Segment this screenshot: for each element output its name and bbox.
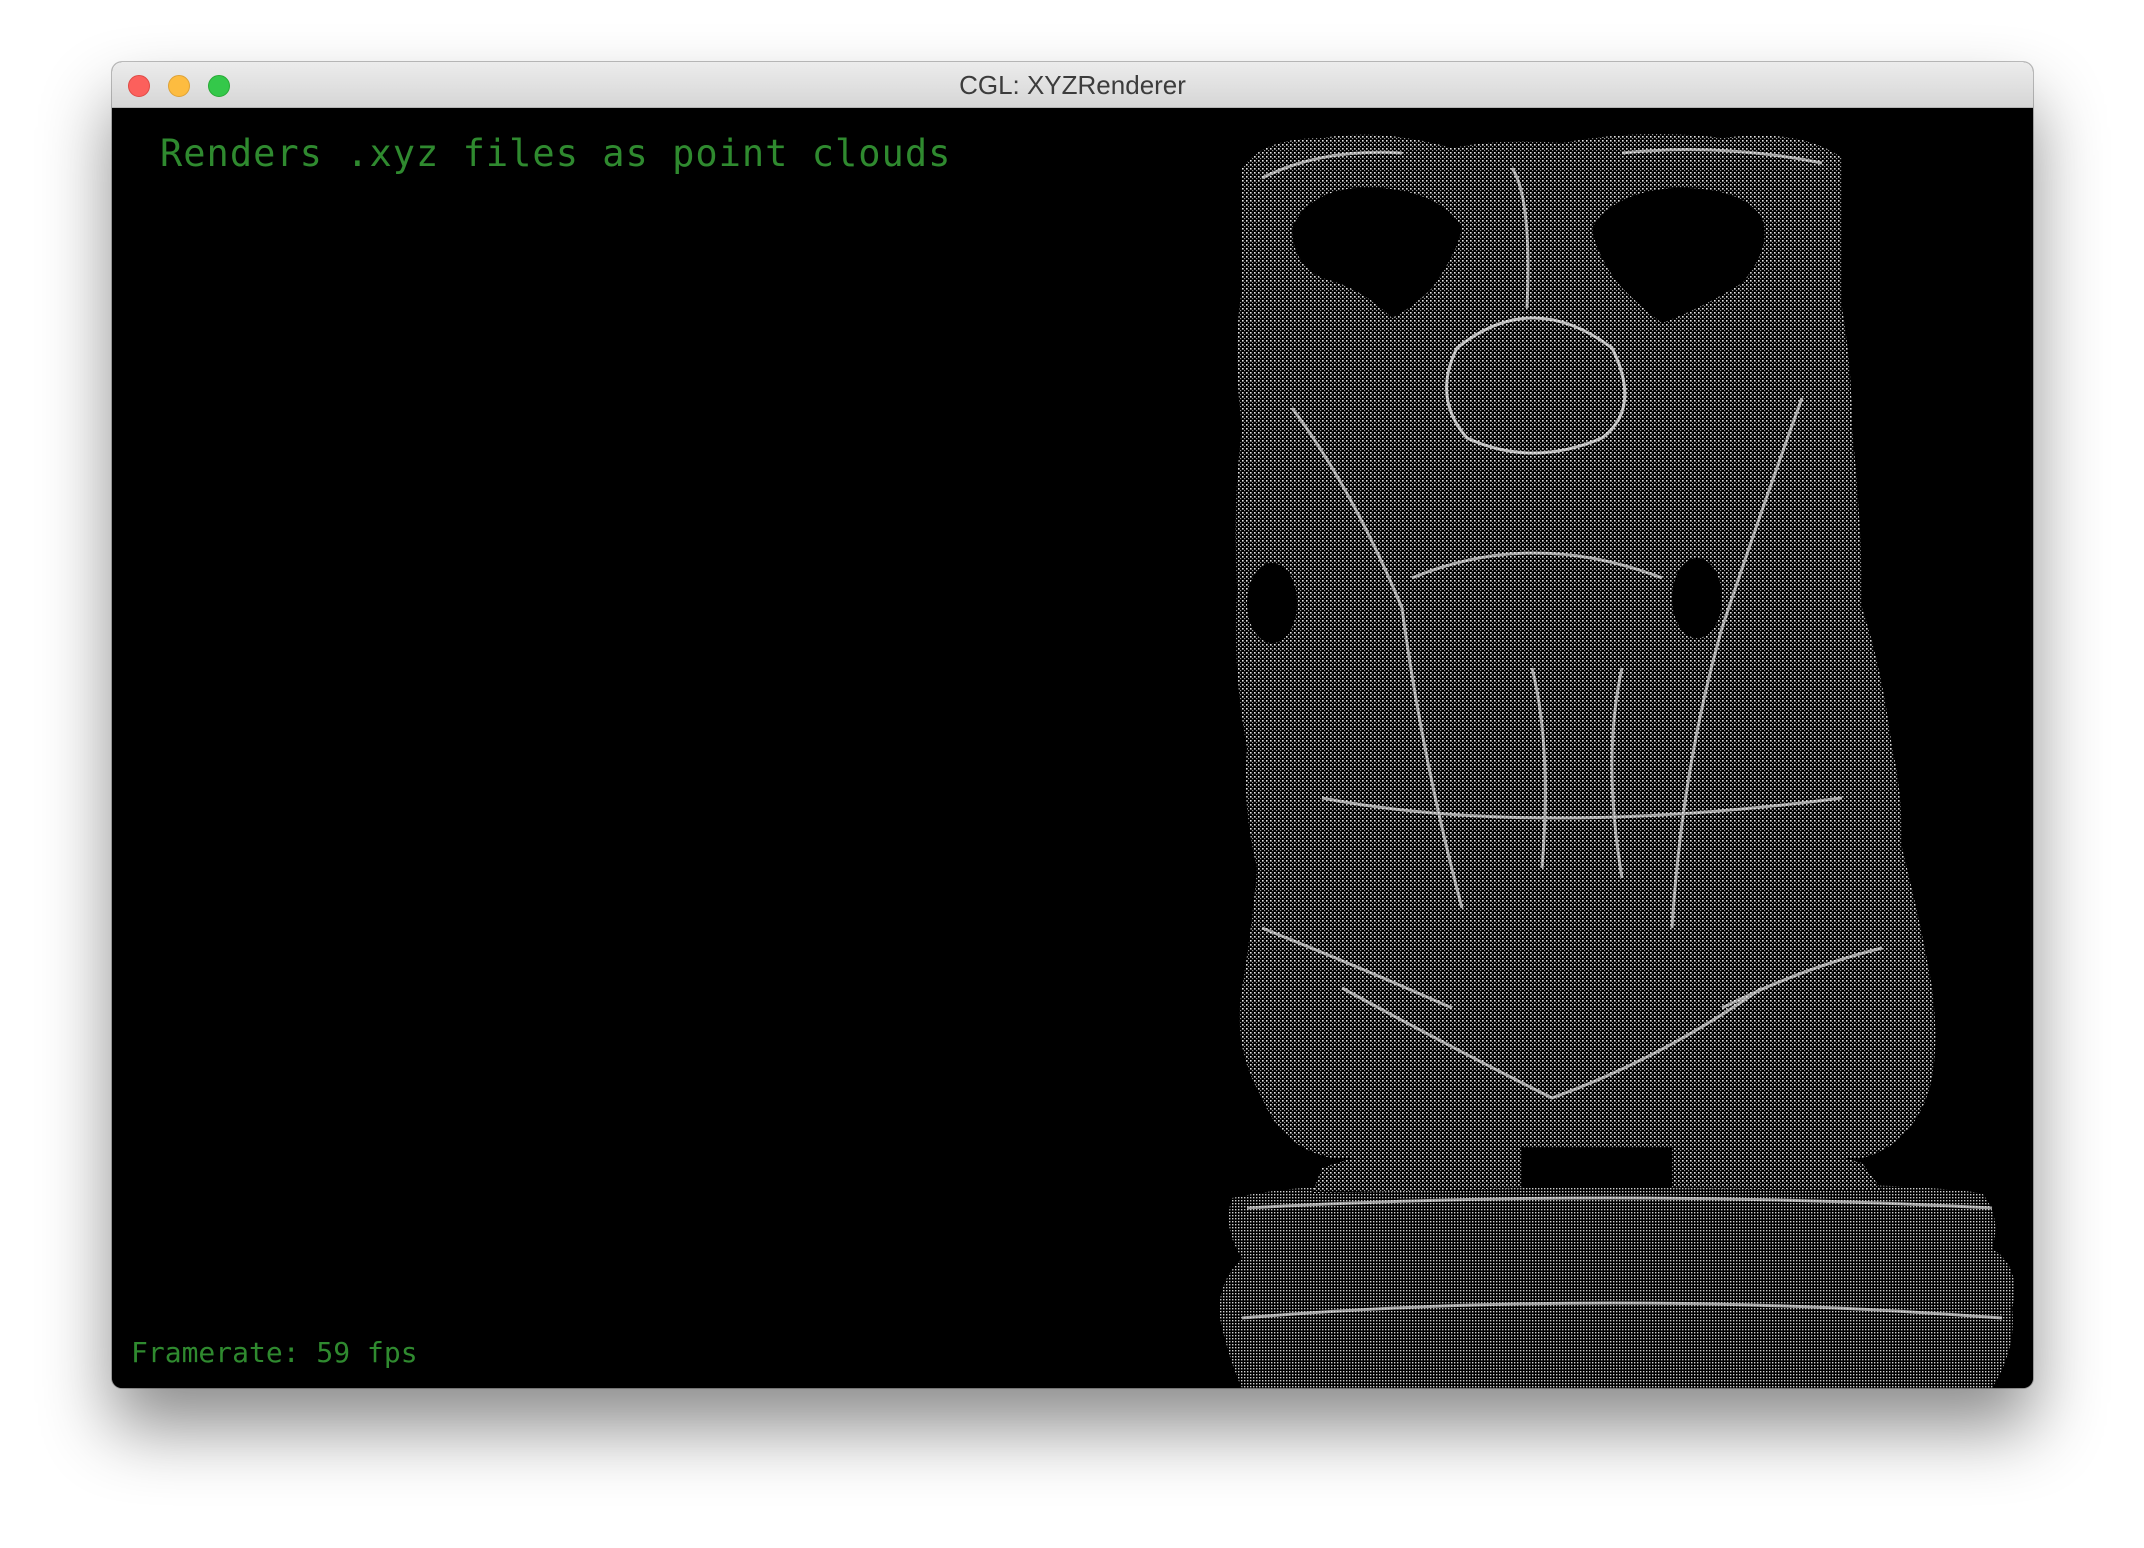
statue-body [1235,134,1936,1158]
framerate-readout: Framerate: 59 fps [131,1336,418,1369]
render-viewport[interactable]: Renders .xyz files as point clouds Frame… [112,108,2033,1388]
title-bar[interactable]: CGL: XYZRenderer [112,62,2033,108]
app-window: CGL: XYZRenderer Renders .xyz files as p… [112,62,2033,1388]
statue-base [1219,1185,2015,1388]
description-text: Renders .xyz files as point clouds [160,132,952,175]
point-cloud-render [1219,134,2015,1388]
window-title: CGL: XYZRenderer [959,70,1186,100]
